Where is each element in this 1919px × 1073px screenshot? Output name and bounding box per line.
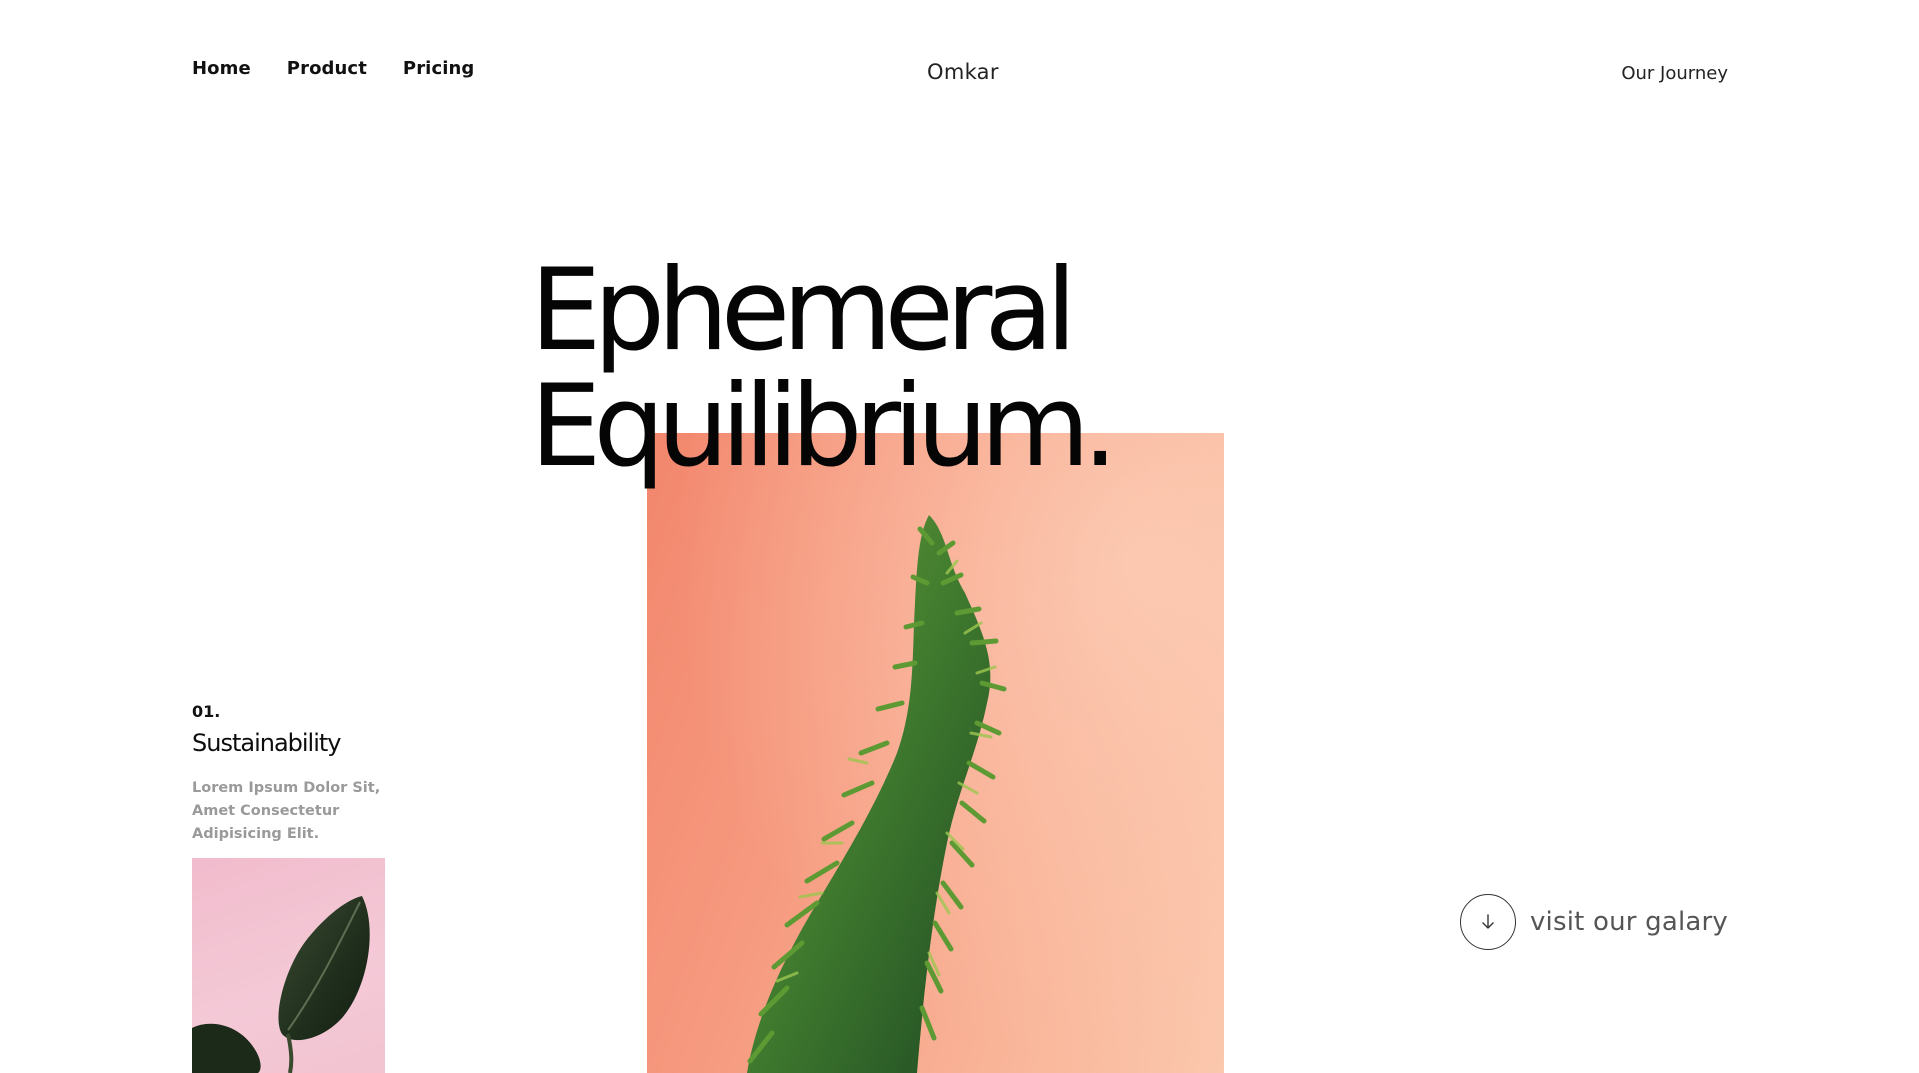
pink-leaf-photo: [192, 896, 370, 1073]
feature-number: 01.: [192, 702, 221, 721]
hero-headline-line-2: Equilibrium.: [530, 360, 1118, 492]
feature-leaf-image: [192, 858, 385, 1073]
feature-block: 01. Sustainability Lorem Ipsum Dolor Sit…: [192, 702, 412, 846]
landing-page: Home Product Pricing Omkar Our Journey E…: [0, 0, 1919, 1073]
visit-gallery-button[interactable]: visit our galary: [1459, 894, 1728, 950]
coral-plant-photo: [647, 433, 1224, 1073]
our-journey-link[interactable]: Our Journey: [1621, 63, 1728, 84]
nav-link-product[interactable]: Product: [287, 58, 367, 79]
feature-title: Sustainability: [192, 729, 342, 757]
hero-headline: Ephemeral Equilibrium.: [530, 244, 1118, 492]
nav-link-pricing[interactable]: Pricing: [403, 58, 474, 79]
main-nav: Home Product Pricing: [192, 58, 474, 79]
brand-logo[interactable]: Omkar: [927, 60, 999, 84]
hero-headline-line-1: Ephemeral: [530, 244, 1077, 376]
scroll-down-button[interactable]: [1459, 894, 1516, 950]
nav-link-home[interactable]: Home: [192, 58, 251, 79]
gallery-label: visit our galary: [1529, 907, 1728, 937]
feature-description: Lorem Ipsum Dolor Sit, Amet Consectetur …: [192, 780, 381, 842]
hero-plant-image: [647, 433, 1224, 1073]
arrow-down-icon: [1482, 914, 1494, 929]
